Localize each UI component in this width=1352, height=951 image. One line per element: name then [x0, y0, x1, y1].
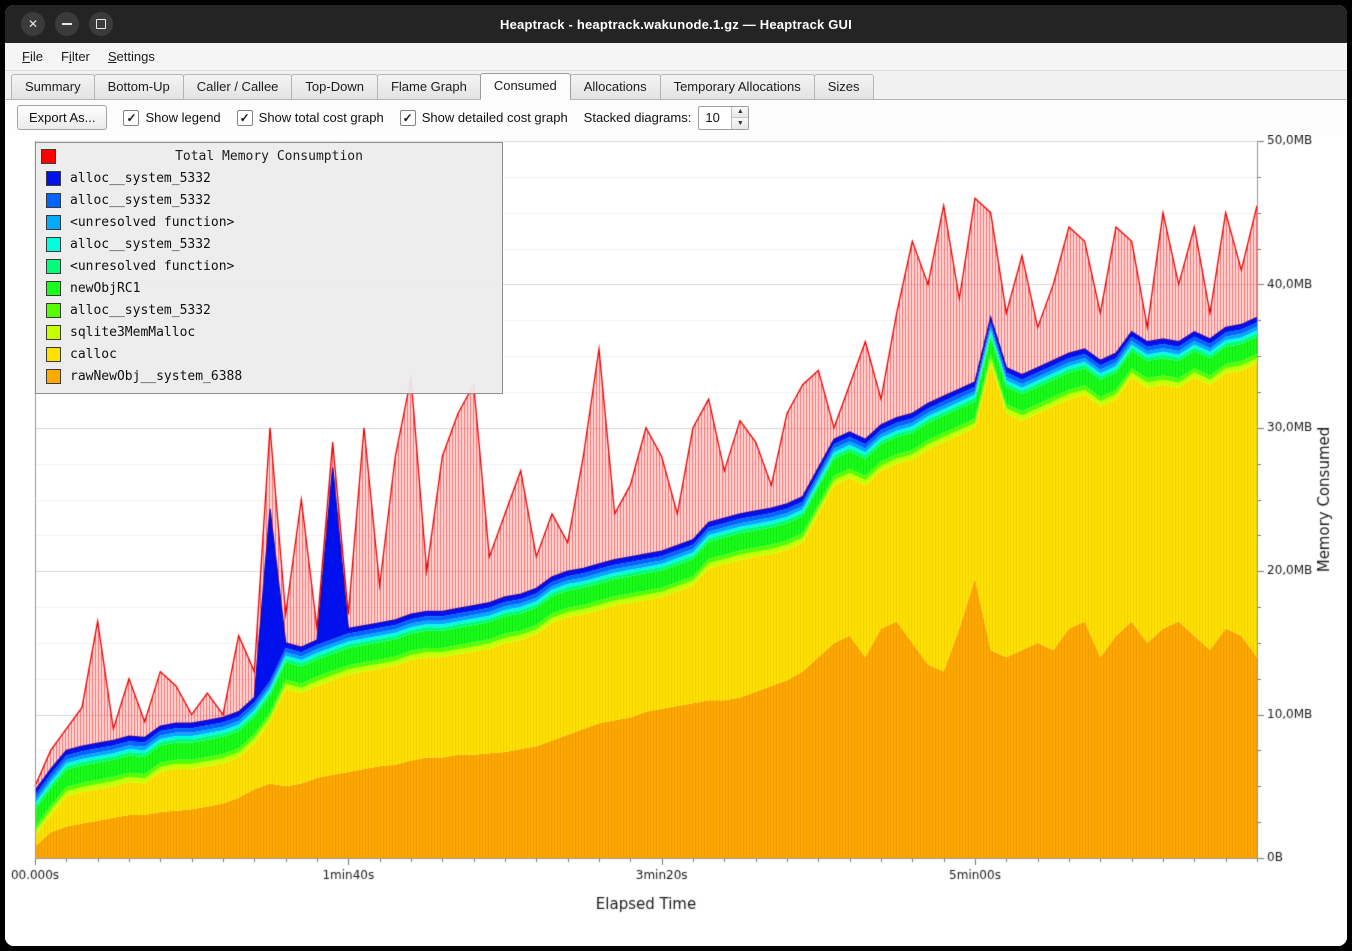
legend-item: alloc__system_5332 — [36, 233, 502, 255]
legend-item: newObjRC1 — [36, 277, 502, 299]
legend-item-label: newObjRC1 — [70, 281, 140, 296]
legend-item: sqlite3MemMalloc — [36, 321, 502, 343]
window-controls: ✕ — [21, 5, 113, 43]
legend-item: <unresolved function> — [36, 211, 502, 233]
stacked-diagrams-increment[interactable]: ▲ — [732, 107, 748, 118]
tab-summary[interactable]: Summary — [11, 74, 95, 99]
spin-buttons: ▲ ▼ — [731, 107, 748, 129]
legend-title-swatch — [41, 149, 56, 164]
legend-color-swatch — [46, 215, 61, 230]
titlebar[interactable]: ✕ Heaptrack - heaptrack.wakunode.1.gz — … — [5, 5, 1347, 43]
checkbox-show-total-cost-graph[interactable]: ✓ Show total cost graph — [237, 110, 384, 126]
legend-item-label: alloc__system_5332 — [70, 237, 211, 252]
checkbox-check-icon[interactable]: ✓ — [123, 110, 139, 126]
tabbar: SummaryBottom-UpCaller / CalleeTop-DownF… — [5, 71, 1347, 100]
legend-item-label: <unresolved function> — [70, 259, 234, 274]
export-as-button[interactable]: Export As... — [17, 105, 107, 130]
chart-area: Total Memory Consumption alloc__system_5… — [5, 135, 1347, 946]
menu-filter[interactable]: Filter — [52, 45, 99, 68]
close-button[interactable]: ✕ — [21, 12, 45, 36]
legend-item: alloc__system_5332 — [36, 189, 502, 211]
legend-color-swatch — [46, 369, 61, 384]
tab-consumed[interactable]: Consumed — [480, 73, 571, 100]
stacked-diagrams-label: Stacked diagrams: — [584, 110, 692, 125]
checkbox-label: Show total cost graph — [259, 110, 384, 125]
tab-allocations[interactable]: Allocations — [570, 74, 661, 99]
legend-color-swatch — [46, 171, 61, 186]
tab-top-down[interactable]: Top-Down — [291, 74, 378, 99]
tab-flame-graph[interactable]: Flame Graph — [377, 74, 481, 99]
stacked-diagrams-decrement[interactable]: ▼ — [732, 117, 748, 129]
menu-settings[interactable]: Settings — [99, 45, 164, 68]
minimize-button[interactable] — [55, 12, 79, 36]
legend-item: alloc__system_5332 — [36, 167, 502, 189]
legend-item-label: sqlite3MemMalloc — [70, 325, 195, 340]
checkbox-show-detailed-cost-graph[interactable]: ✓ Show detailed cost graph — [400, 110, 568, 126]
legend-color-swatch — [46, 347, 61, 362]
legend-color-swatch — [46, 237, 61, 252]
legend-color-swatch — [46, 259, 61, 274]
legend-color-swatch — [46, 193, 61, 208]
tab-bottom-up[interactable]: Bottom-Up — [94, 74, 184, 99]
legend-item: alloc__system_5332 — [36, 299, 502, 321]
minimize-icon — [62, 23, 72, 25]
legend-title: Total Memory Consumption — [36, 149, 502, 164]
legend-title-row: Total Memory Consumption — [36, 145, 502, 167]
legend-item: <unresolved function> — [36, 255, 502, 277]
maximize-icon — [96, 19, 106, 29]
legend-item-label: alloc__system_5332 — [70, 193, 211, 208]
toolbar: Export As... ✓ Show legend ✓ Show total cos… — [5, 100, 1347, 135]
checkbox-show-legend[interactable]: ✓ Show legend — [123, 110, 220, 126]
chart-legend: Total Memory Consumption alloc__system_5… — [35, 142, 503, 394]
window-title: Heaptrack - heaptrack.wakunode.1.gz — He… — [500, 17, 852, 32]
stacked-diagrams-value[interactable]: 10 — [699, 107, 731, 129]
tab-caller-callee[interactable]: Caller / Callee — [183, 74, 293, 99]
menubar: FileFilterSettings — [5, 43, 1347, 71]
legend-color-swatch — [46, 325, 61, 340]
checkbox-label: Show detailed cost graph — [422, 110, 568, 125]
legend-color-swatch — [46, 281, 61, 296]
menu-file[interactable]: File — [13, 45, 52, 68]
checkbox-check-icon[interactable]: ✓ — [237, 110, 253, 126]
stacked-diagrams-group: Stacked diagrams: 10 ▲ ▼ — [584, 106, 750, 130]
legend-color-swatch — [46, 303, 61, 318]
checkbox-label: Show legend — [145, 110, 220, 125]
stacked-diagrams-spinbox[interactable]: 10 ▲ ▼ — [698, 106, 749, 130]
heaptrack-window: ✕ Heaptrack - heaptrack.wakunode.1.gz — … — [5, 5, 1347, 946]
tab-sizes[interactable]: Sizes — [814, 74, 874, 99]
tab-temporary-allocations[interactable]: Temporary Allocations — [660, 74, 815, 99]
maximize-button[interactable] — [89, 12, 113, 36]
legend-item: calloc — [36, 343, 502, 365]
toolbar-checkboxes: ✓ Show legend ✓ Show total cost graph ✓ Show … — [123, 110, 567, 126]
legend-item-label: rawNewObj__system_6388 — [70, 369, 242, 384]
legend-item-label: alloc__system_5332 — [70, 171, 211, 186]
legend-item-label: <unresolved function> — [70, 215, 234, 230]
legend-item: rawNewObj__system_6388 — [36, 365, 502, 387]
legend-item-label: alloc__system_5332 — [70, 303, 211, 318]
checkbox-check-icon[interactable]: ✓ — [400, 110, 416, 126]
legend-item-label: calloc — [70, 347, 117, 362]
